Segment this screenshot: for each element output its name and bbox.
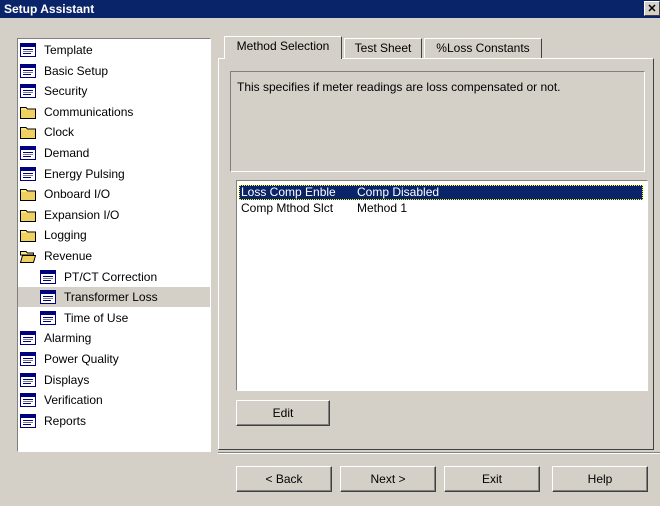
tree-item-label: Logging [44,228,87,243]
separator [218,452,660,454]
tab-test-sheet[interactable]: Test Sheet [344,38,422,58]
document-icon [20,63,36,78]
setting-name: Comp Mthod Slct [241,201,334,215]
setting-name: Loss Comp Enble [241,185,336,199]
tree-item-label: Reports [44,413,87,428]
document-icon [40,310,56,325]
document-icon [20,413,36,428]
back-button[interactable]: < Back [236,466,332,492]
tree-item-label: Onboard I/O [44,187,111,202]
tab-loss-constants[interactable]: %Loss Constants [424,38,542,58]
next-button-label: Next > [370,472,406,486]
setting-value: Method 1 [357,201,408,215]
document-icon [20,146,36,160]
window-title: Setup Assistant [4,2,95,16]
document-icon [20,372,36,387]
tree-item-energy-pulsing[interactable]: Energy Pulsing [18,164,210,184]
exit-button-label: Exit [481,472,502,486]
tree-item-label: Communications [44,104,134,119]
tree-item-expansion-i-o[interactable]: Expansion I/O [18,205,210,225]
tree-item-label: Displays [44,372,90,387]
tab-method-selection[interactable]: Method Selection [224,36,342,59]
tree-item-label: Basic Setup [44,63,109,78]
tree-item-label: Demand [44,146,90,160]
tab-label: %Loss Constants [436,41,530,55]
tree-item-time-of-use[interactable]: Time of Use [18,308,210,328]
tree-item-demand[interactable]: Demand [18,143,210,163]
list-item[interactable]: Comp Mthod Slct Method 1 [239,201,643,216]
close-button[interactable]: ✕ [644,1,660,16]
tree-item-label: Security [44,84,88,99]
folder-open-icon [19,249,37,263]
tree-item-revenue[interactable]: Revenue [18,246,210,266]
back-button-label: < Back [265,472,303,486]
tree-item-clock[interactable]: Clock [18,122,210,142]
tree-item-label: Energy Pulsing [44,166,125,181]
exit-button[interactable]: Exit [444,466,540,492]
document-icon [20,84,36,99]
tree-item-onboard-i-o[interactable]: Onboard I/O [18,184,210,204]
next-button[interactable]: Next > [340,466,436,492]
folder-icon [20,187,36,202]
tree-item-displays[interactable]: Displays [18,370,210,390]
tree-item-label: Transformer Loss [64,290,158,305]
tree-item-label: PT/CT Correction [64,269,158,284]
document-icon [40,269,56,284]
tree-item-pt-ct-correction[interactable]: PT/CT Correction [18,267,210,287]
folder-icon [20,125,36,140]
settings-list[interactable]: Loss Comp Enble Comp Disabled Comp Mthod … [236,180,648,391]
tree-item-label: Expansion I/O [44,207,120,222]
tree-item-label: Template [44,43,93,57]
tree-item-verification[interactable]: Verification [18,390,210,410]
tree-item-alarming[interactable]: Alarming [18,328,210,348]
help-button-label: Help [587,472,613,486]
folder-icon [20,105,36,119]
description-text: This specifies if meter readings are los… [237,80,561,94]
tree-item-label: Power Quality [44,352,119,366]
close-icon: ✕ [647,3,657,15]
tree-item-label: Alarming [44,331,92,346]
document-icon [40,290,56,305]
folder-icon [20,228,36,243]
tree-item-basic-setup[interactable]: Basic Setup [18,61,210,81]
description-box: This specifies if meter readings are los… [230,71,645,172]
tab-label: Test Sheet [354,41,412,55]
tree-item-label: Revenue [44,249,93,263]
tree-item-label: Clock [44,125,75,140]
help-button[interactable]: Help [552,466,648,492]
tree-item-label: Time of Use [64,310,129,325]
edit-button-label: Edit [272,406,294,420]
document-icon [20,166,36,181]
list-item[interactable]: Loss Comp Enble Comp Disabled [239,185,643,200]
setting-value: Comp Disabled [357,185,440,199]
tree-item-template[interactable]: Template [18,40,210,60]
document-icon [20,393,36,408]
tree-item-label: Verification [44,393,103,408]
tree-item-security[interactable]: Security [18,81,210,101]
tree-item-communications[interactable]: Communications [18,102,210,122]
title-bar: Setup Assistant ✕ [0,0,660,18]
tree-item-logging[interactable]: Logging [18,225,210,245]
folder-icon [20,208,36,222]
document-icon [20,331,36,346]
navigation-tree[interactable]: Template Basic Setup Security Communication… [17,38,211,452]
tree-item-power-quality[interactable]: Power Quality [18,349,210,369]
edit-button[interactable]: Edit [236,400,330,426]
document-icon [20,352,36,366]
tree-item-transformer-loss[interactable]: Transformer Loss [18,287,210,308]
document-icon [20,43,36,57]
tab-label: Method Selection [236,39,330,53]
tree-item-reports[interactable]: Reports [18,411,210,431]
